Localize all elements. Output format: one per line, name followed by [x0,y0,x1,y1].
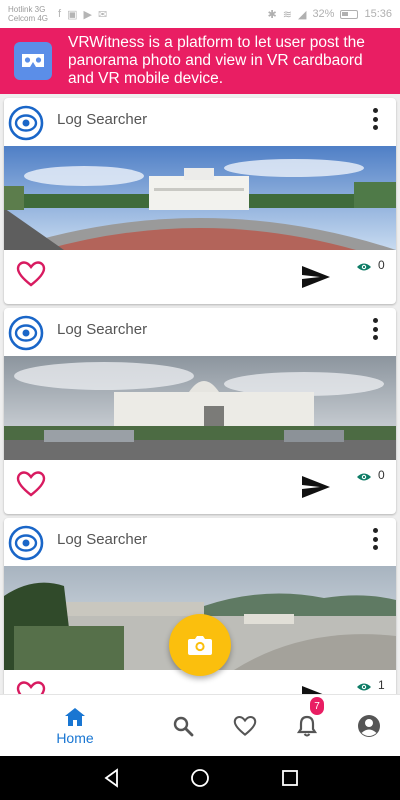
account-icon [358,715,380,737]
like-heart-icon[interactable] [16,260,46,288]
back-icon[interactable] [102,768,122,788]
system-navigation-bar [0,756,400,800]
post-card: Log Searcher [4,308,396,514]
more-options-icon[interactable] [370,316,380,342]
play-store-icon: ▶ [83,8,92,21]
views-eye-icon [357,263,371,271]
more-options-icon[interactable] [370,526,380,552]
views-eye-icon [357,473,371,481]
camera-fab-button[interactable] [169,614,231,676]
post-header: Log Searcher [4,98,396,146]
status-right: ✱ ≋ ◢ 32% 15:36 [268,8,392,21]
nav-home-label: Home [56,730,94,746]
post-username[interactable]: Log Searcher [57,531,147,548]
user-avatar-icon[interactable] [8,105,44,141]
panorama-photo[interactable] [4,146,396,250]
nav-search[interactable] [168,695,198,757]
user-avatar-icon[interactable] [8,525,44,561]
like-heart-icon[interactable] [16,470,46,498]
bottom-navigation: Home 7 [0,694,400,756]
post-actions: 0 [4,250,396,304]
nav-profile[interactable] [354,695,384,757]
post-username[interactable]: Log Searcher [57,111,147,128]
send-icon[interactable] [300,684,332,694]
user-avatar-icon[interactable] [8,315,44,351]
bell-icon [296,715,318,737]
camera-icon [188,636,212,655]
send-icon[interactable] [300,474,332,500]
battery-icon [340,9,359,19]
signal-icon: ◢ [297,8,307,21]
post-card: Log Searcher [4,98,396,304]
post-header: Log Searcher [4,308,396,356]
more-options-icon[interactable] [370,106,380,132]
post-username[interactable]: Log Searcher [57,321,147,338]
send-icon[interactable] [300,264,332,290]
nav-home[interactable]: Home [50,695,100,757]
recents-icon[interactable] [280,768,300,788]
vr-cardboard-icon [14,42,52,80]
carrier-line-1: Hotlink 3G [8,5,46,14]
panorama-photo[interactable] [4,356,396,460]
notification-badge: 7 [310,697,324,715]
views-eye-icon [357,683,371,691]
heart-icon [233,715,257,736]
search-icon [173,716,194,737]
battery-percent: 32% [312,8,335,20]
post-feed[interactable]: Log Searcher 0 Log Searcher 0 Log Search… [0,94,400,694]
app-banner: VRWitness is a platform to let user post… [0,28,400,94]
home-circle-icon[interactable] [190,768,210,788]
like-heart-icon[interactable] [16,680,46,694]
image-icon: ▣ [67,8,78,21]
post-header: Log Searcher [4,518,396,566]
banner-description: VRWitness is a platform to let user post… [68,34,365,87]
nav-favorites[interactable] [230,695,260,757]
status-bar: Hotlink 3G Celcom 4G f ▣ ▶ ✉ ✱ ≋ ◢ 32% 1… [0,0,400,28]
bluetooth-icon: ✱ [267,8,277,21]
post-actions: 0 [4,460,396,514]
clock: 15:36 [364,8,392,20]
carrier-line-2: Celcom 4G [8,14,49,23]
view-count: 1 [378,678,385,692]
view-count: 0 [378,468,385,482]
mail-icon: ✉ [97,8,108,21]
carrier-info: Hotlink 3G Celcom 4G [8,5,52,23]
wifi-icon: ≋ [282,8,292,21]
home-icon [65,708,85,726]
view-count: 0 [378,258,385,272]
notification-icons: f ▣ ▶ ✉ [58,8,107,21]
facebook-icon: f [58,7,62,20]
